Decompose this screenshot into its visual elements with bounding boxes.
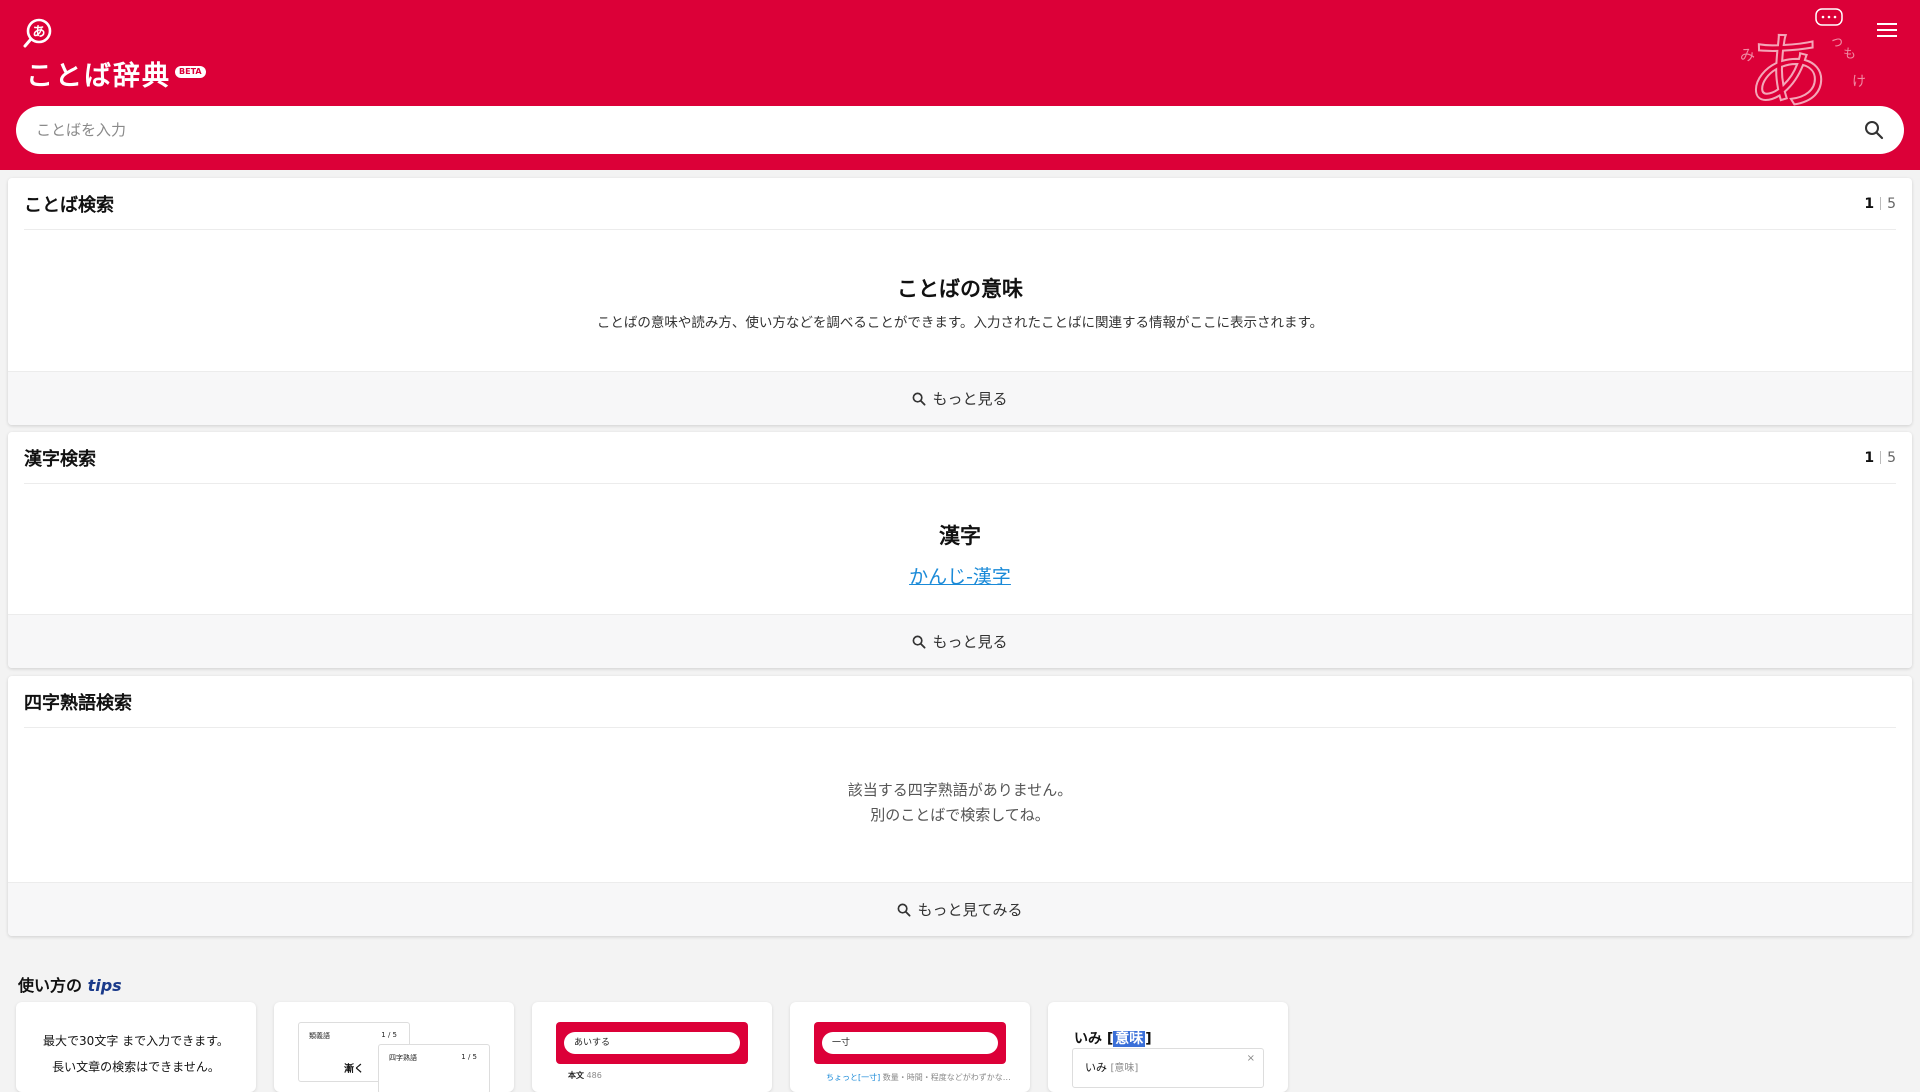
tip-mini-row-sub: 数量・時間・程度などがわずかな… [882, 1073, 1011, 1082]
pager: 1 5 [1864, 196, 1896, 212]
tip-text-line2: 長い文章の検索はできません。 [52, 1060, 220, 1074]
search-icon [1865, 121, 1884, 140]
tip-card[interactable]: 類義語 1 / 5 漸く 四字熟語 1 / 5 [274, 1002, 514, 1092]
search-icon [913, 392, 926, 406]
search-bar [16, 106, 1904, 154]
empty-message: 該当する四字熟語がありません。 別のことばで検索してね。 [8, 778, 1912, 828]
tip-meaning-text: いみ [1074, 1031, 1102, 1047]
section-title: ことば検索 [24, 194, 114, 216]
section-header: 漢字検索 1 5 [24, 432, 1896, 484]
empty-message-line2: 別のことばで検索してね。 [870, 806, 1050, 824]
section-header: 四字熟語検索 [24, 676, 1896, 728]
more-button[interactable]: もっと見てみる [8, 882, 1912, 936]
svg-text:あ: あ [1747, 25, 1829, 106]
tips-heading-text: 使い方の [18, 976, 83, 995]
app-header: あ ことば辞典 BETA あ み っ も け [0, 0, 1920, 170]
search-icon [898, 903, 911, 917]
tip-mini-row-count: 486 [586, 1071, 602, 1080]
pager-current: 1 [1864, 195, 1875, 212]
kanji-reading-link[interactable]: かんじ-漢字 [8, 562, 1912, 589]
tip-mini-search: 一寸 [822, 1032, 998, 1054]
search-button[interactable] [1844, 106, 1904, 154]
tip-card[interactable]: 最大で30文字 まで入力できます。 長い文章の検索はできません。 [16, 1002, 256, 1092]
mascot-illustration: あ み っ も け [1740, 8, 1866, 106]
tips-heading: 使い方の tips [18, 972, 122, 996]
tip-meaning-box: いみ [意味] × [1072, 1048, 1264, 1088]
more-button-label: もっと見てみる [917, 901, 1023, 919]
logo-search-icon[interactable]: あ [22, 17, 54, 49]
tip-card[interactable]: あいする 本文 486 [532, 1002, 772, 1092]
word-description: ことばの意味や読み方、使い方などを調べることができます。入力されたことばに関連す… [596, 315, 1324, 331]
yojijukugo-section: 四字熟語検索 該当する四字熟語がありません。 別のことばで検索してね。 もっと見… [8, 676, 1912, 936]
more-button-label: もっと見る [932, 633, 1008, 651]
tip-mini-label: 四字熟語 [389, 1054, 417, 1062]
pager-divider [1880, 451, 1882, 464]
section-header: ことば検索 1 5 [24, 178, 1896, 230]
svg-text:あ: あ [32, 25, 45, 40]
close-icon: × [1246, 1053, 1255, 1064]
tip-mini-word: 漸く [344, 1064, 364, 1075]
pager-total: 5 [1887, 449, 1896, 466]
site-title[interactable]: ことば辞典 [26, 60, 171, 94]
tip-meaning-word: いみ [意味] [1074, 1031, 1152, 1047]
svg-text:み: み [1740, 46, 1755, 64]
tip-text: 最大で30文字 まで入力できます。 長い文章の検索はできません。 [16, 1028, 256, 1080]
svg-text:っ: っ [1830, 34, 1844, 50]
tip-mini-row-text: ちょっと[一寸] [826, 1073, 881, 1082]
more-button[interactable]: もっと見る [8, 371, 1912, 425]
brand[interactable]: ことば辞典 BETA [26, 60, 206, 94]
section-title: 四字熟語検索 [24, 692, 132, 714]
pager-divider [1880, 197, 1882, 210]
tips-heading-em: tips [87, 976, 122, 995]
tip-meaning-box-hint: [意味] [1110, 1063, 1139, 1074]
tip-mini-pager: 1 / 5 [461, 1053, 477, 1061]
tip-mini-search: あいする [564, 1032, 740, 1054]
more-button-label: もっと見る [932, 390, 1008, 408]
section-title: 漢字検索 [24, 448, 96, 470]
search-input[interactable] [16, 106, 1844, 154]
more-button[interactable]: もっと見る [8, 614, 1912, 668]
empty-message-line1: 該当する四字熟語がありません。 [847, 781, 1073, 799]
tip-meaning-highlight: 意味 [1113, 1031, 1146, 1047]
tip-mini-row: ちょっと[一寸] 数量・時間・程度などがわずかな… [826, 1072, 1011, 1083]
tip-mini-panel: 四字熟語 1 / 5 [378, 1044, 490, 1092]
tip-meaning-box-word: いみ [1085, 1061, 1107, 1074]
svg-text:け: け [1852, 74, 1866, 90]
tip-mini-row-label: 本文 [568, 1071, 584, 1080]
pager: 1 5 [1864, 450, 1896, 466]
kanji-section: 漢字検索 1 5 漢字 かんじ-漢字 もっと見る [8, 432, 1912, 668]
tip-card[interactable]: いみ [意味] いみ [意味] × [1048, 1002, 1288, 1092]
svg-text:も: も [1843, 47, 1856, 62]
tip-mini-header: 一寸 [814, 1022, 1006, 1064]
pager-current: 1 [1864, 449, 1875, 466]
kotoba-section: ことば検索 1 5 ことばの意味 ことばの意味や読み方、使い方などを調べることが… [8, 178, 1912, 425]
tip-mini-row: 本文 486 [568, 1070, 602, 1081]
kanji-word[interactable]: 漢字 [8, 520, 1912, 550]
tip-card[interactable]: 一寸 ちょっと[一寸] 数量・時間・程度などがわずかな… [790, 1002, 1030, 1092]
search-icon [913, 635, 926, 649]
tip-mini-header: あいする [556, 1022, 748, 1064]
pager-total: 5 [1887, 195, 1896, 212]
tip-mini-label: 類義語 [309, 1032, 330, 1040]
tip-mini-pager: 1 / 5 [381, 1031, 397, 1039]
beta-badge: BETA [175, 66, 206, 78]
word-title[interactable]: ことばの意味 [8, 273, 1912, 303]
menu-icon[interactable] [1876, 20, 1898, 40]
tip-text-line1: 最大で30文字 まで入力できます。 [43, 1034, 229, 1048]
